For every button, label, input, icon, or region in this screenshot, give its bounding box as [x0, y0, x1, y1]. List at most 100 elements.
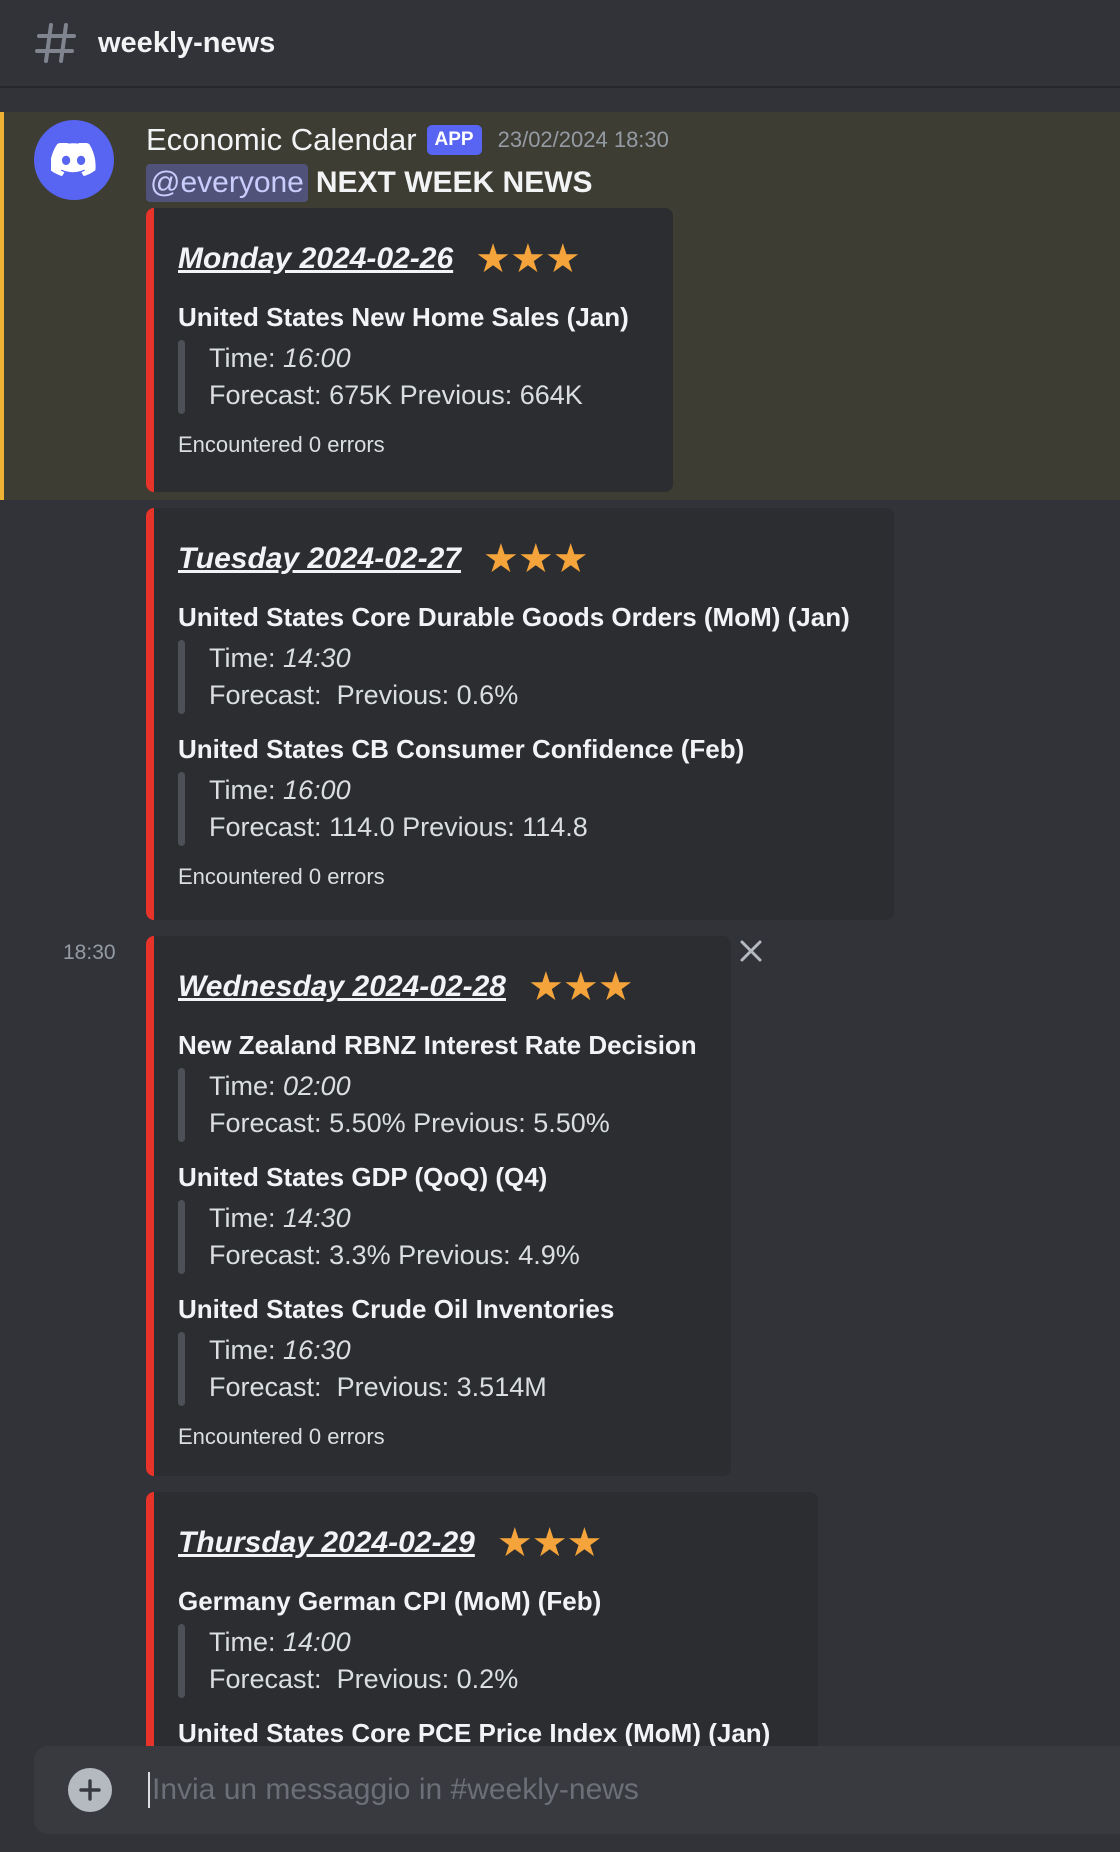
- event-title: Germany German CPI (MoM) (Feb): [178, 1586, 602, 1616]
- event-previous: 664K: [519, 380, 583, 410]
- event-time: 16:00: [283, 343, 351, 373]
- event-forecast: 675K: [329, 380, 393, 410]
- embed-card: Monday 2024-02-26 ★★★ United States New …: [146, 208, 673, 492]
- event-values-row: Forecast: 114.0 Previous: 114.8: [209, 809, 588, 846]
- event-previous: 3.514M: [456, 1372, 547, 1402]
- event-forecast: 5.50%: [329, 1108, 406, 1138]
- previous-label: Previous:: [336, 1664, 450, 1694]
- event-time-row: Time: 16:00: [209, 340, 583, 377]
- previous-label: Previous:: [336, 1372, 450, 1402]
- event-item: Germany German CPI (MoM) (Feb) Time: 14:…: [178, 1584, 794, 1698]
- previous-label: Previous:: [398, 1240, 511, 1270]
- importance-stars: ★★★: [475, 237, 581, 281]
- event-item: New Zealand RBNZ Interest Rate Decision …: [178, 1028, 707, 1142]
- embed-day-title: Tuesday 2024-02-27 ★★★: [178, 536, 870, 582]
- event-values-row: Forecast: 3.3% Previous: 4.9%: [209, 1237, 580, 1274]
- embed-footer: Encountered 0 errors: [178, 1424, 385, 1449]
- event-time-row: Time: 14:30: [209, 640, 518, 677]
- event-time: 16:00: [283, 775, 351, 805]
- day-heading: Tuesday 2024-02-27: [178, 542, 461, 575]
- quote-bar: [178, 772, 185, 846]
- channel-header: weekly-news: [0, 0, 1120, 88]
- composer-area: Invia un messaggio in #weekly-news: [0, 1746, 1120, 1852]
- author-avatar[interactable]: [34, 120, 114, 200]
- forecast-label: Forecast:: [209, 812, 322, 842]
- author-name[interactable]: Economic Calendar: [146, 122, 417, 158]
- forecast-label: Forecast:: [209, 380, 322, 410]
- event-previous: 0.6%: [456, 680, 519, 710]
- time-label: Time:: [209, 643, 276, 673]
- embed-day-title: Monday 2024-02-26 ★★★: [178, 236, 649, 282]
- event-time: 14:30: [283, 643, 351, 673]
- message-input[interactable]: Invia un messaggio in #weekly-news: [148, 1772, 639, 1808]
- time-label: Time:: [209, 1203, 276, 1233]
- event-details: Time: 16:30 Forecast: Previous: 3.514M: [178, 1332, 707, 1406]
- event-values-row: Forecast: Previous: 0.6%: [209, 677, 518, 714]
- message-timestamp: 23/02/2024 18:30: [497, 127, 669, 152]
- channel-name[interactable]: weekly-news: [98, 27, 275, 60]
- importance-stars: ★★★: [496, 1521, 603, 1565]
- plus-icon: [79, 1779, 101, 1801]
- discord-logo-icon: [51, 143, 96, 177]
- quote-bar: [178, 640, 185, 714]
- event-details: Time: 14:30 Forecast: Previous: 0.6%: [178, 640, 870, 714]
- event-item: United States CB Consumer Confidence (Fe…: [178, 732, 870, 846]
- forecast-label: Forecast:: [209, 1240, 322, 1270]
- event-values-row: Forecast: Previous: 0.2%: [209, 1661, 518, 1698]
- event-title: United States CB Consumer Confidence (Fe…: [178, 734, 745, 764]
- previous-label: Previous:: [402, 812, 515, 842]
- event-time-row: Time: 14:30: [209, 1200, 580, 1237]
- forecast-label: Forecast:: [209, 1108, 322, 1138]
- event-item: United States Crude Oil Inventories Time…: [178, 1292, 707, 1406]
- forecast-label: Forecast:: [209, 1372, 322, 1402]
- event-details: Time: 14:30 Forecast: 3.3% Previous: 4.9…: [178, 1200, 707, 1274]
- importance-stars: ★★★: [527, 965, 634, 1009]
- forecast-label: Forecast:: [209, 1664, 322, 1694]
- message-content: @everyone NEXT WEEK NEWS: [146, 162, 593, 204]
- quote-bar: [178, 340, 185, 414]
- event-time-row: Time: 02:00: [209, 1068, 610, 1105]
- event-previous: 4.9%: [518, 1240, 580, 1270]
- event-previous: 5.50%: [533, 1108, 610, 1138]
- event-time: 14:00: [283, 1627, 351, 1657]
- hover-timestamp: 18:30: [63, 941, 116, 964]
- event-time: 02:00: [283, 1071, 351, 1101]
- event-values-row: Forecast: 5.50% Previous: 5.50%: [209, 1105, 610, 1142]
- day-heading: Monday 2024-02-26: [178, 242, 454, 275]
- quote-bar: [178, 1200, 185, 1274]
- event-forecast: 3.3%: [329, 1240, 391, 1270]
- event-values-row: Forecast: Previous: 3.514M: [209, 1369, 547, 1406]
- event-values-row: Forecast: 675K Previous: 664K: [209, 377, 583, 414]
- event-title: New Zealand RBNZ Interest Rate Decision: [178, 1030, 697, 1060]
- event-time-row: Time: 14:00: [209, 1624, 518, 1661]
- day-heading: Wednesday 2024-02-28: [178, 970, 506, 1003]
- embed-day-title: Thursday 2024-02-29 ★★★: [178, 1520, 794, 1566]
- previous-label: Previous:: [399, 380, 513, 410]
- embed-card: Thursday 2024-02-29 ★★★ Germany German C…: [146, 1492, 818, 1746]
- hash-icon: [35, 23, 76, 63]
- event-title: United States New Home Sales (Jan): [178, 302, 629, 332]
- message-composer[interactable]: Invia un messaggio in #weekly-news: [34, 1746, 1120, 1834]
- message-headline: NEXT WEEK NEWS: [315, 166, 593, 199]
- time-label: Time:: [209, 343, 276, 373]
- event-item: United States Core Durable Goods Orders …: [178, 600, 870, 714]
- app-badge: APP: [426, 125, 482, 155]
- embed-card: Tuesday 2024-02-27 ★★★ United States Cor…: [146, 508, 894, 920]
- forecast-label: Forecast:: [209, 680, 322, 710]
- time-label: Time:: [209, 1627, 276, 1657]
- event-details: Time: 16:00 Forecast: 114.0 Previous: 11…: [178, 772, 870, 846]
- previous-label: Previous:: [336, 680, 450, 710]
- event-title: United States Crude Oil Inventories: [178, 1294, 615, 1324]
- event-item: United States Core PCE Price Index (MoM)…: [178, 1716, 794, 1746]
- event-item: United States New Home Sales (Jan) Time:…: [178, 300, 649, 414]
- event-previous: 0.2%: [456, 1664, 519, 1694]
- embed-footer: Encountered 0 errors: [178, 864, 385, 889]
- time-label: Time:: [209, 1071, 276, 1101]
- event-details: Time: 14:00 Forecast: Previous: 0.2%: [178, 1624, 794, 1698]
- event-title: United States Core Durable Goods Orders …: [178, 602, 850, 632]
- everyone-mention[interactable]: @everyone: [146, 164, 308, 202]
- add-attachment-button[interactable]: [68, 1768, 112, 1812]
- close-icon[interactable]: [737, 937, 765, 965]
- event-time-row: Time: 16:00: [209, 772, 588, 809]
- event-details: Time: 02:00 Forecast: 5.50% Previous: 5.…: [178, 1068, 707, 1142]
